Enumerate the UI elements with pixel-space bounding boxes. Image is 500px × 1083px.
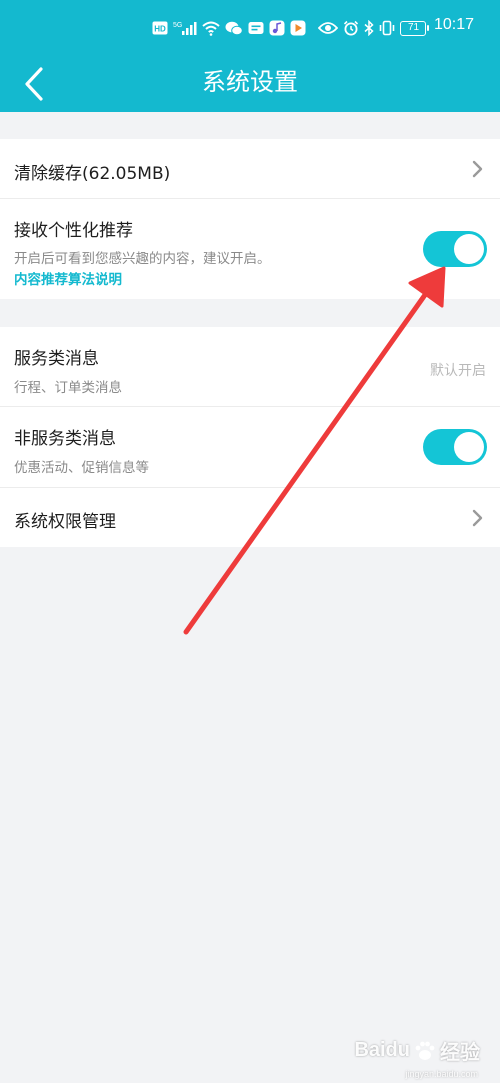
service-messages-status: 默认开启 xyxy=(430,363,486,379)
personalized-description: 开启后可看到您感兴趣的内容，建议开启。 xyxy=(14,251,271,267)
status-bar: HD 5G 71 10:17 xyxy=(0,0,500,56)
baidu-watermark: Baidu 经验 xyxy=(354,1036,480,1065)
settings-screen: HD 5G 71 10:17 系统设置 清除缓存(62.05MB) 接收个性化推… xyxy=(0,0,500,1083)
network-label: 5G xyxy=(173,22,182,29)
system-permissions-row[interactable]: 系统权限管理 xyxy=(0,488,500,547)
non-service-messages-description: 优惠活动、促销信息等 xyxy=(14,460,149,476)
eye-icon xyxy=(318,22,338,34)
vibrate-icon xyxy=(379,20,395,36)
battery-icon: 71 xyxy=(400,20,429,36)
svg-text:HD: HD xyxy=(154,25,166,34)
page-title: 系统设置 xyxy=(202,68,298,96)
chevron-left-icon xyxy=(25,67,43,101)
battery-level: 71 xyxy=(407,21,420,33)
settings-group-general: 清除缓存(62.05MB) 接收个性化推荐 开启后可看到您感兴趣的内容，建议开启… xyxy=(0,139,500,299)
status-icons: HD 5G xyxy=(152,18,306,38)
wifi-icon xyxy=(202,21,220,36)
personalized-recommendation-row: 接收个性化推荐 开启后可看到您感兴趣的内容，建议开启。 内容推荐算法说明 xyxy=(0,199,500,299)
paw-icon xyxy=(415,1041,435,1060)
service-messages-description: 行程、订单类消息 xyxy=(14,380,122,396)
watermark-url: jingyan.baidu.com xyxy=(405,1069,478,1079)
signal-5g-icon: 5G xyxy=(173,22,197,35)
message-icon xyxy=(248,22,264,34)
service-messages-row[interactable]: 服务类消息 行程、订单类消息 默认开启 xyxy=(0,327,500,407)
non-service-messages-label: 非服务类消息 xyxy=(14,429,116,449)
toggle-knob xyxy=(454,432,484,462)
title-bar: 系统设置 xyxy=(0,56,500,112)
alarm-icon xyxy=(343,20,359,36)
clear-cache-label: 清除缓存(62.05MB) xyxy=(14,164,171,184)
video-icon xyxy=(290,20,306,36)
watermark-cn: 经验 xyxy=(440,1042,480,1064)
back-button[interactable] xyxy=(14,62,54,106)
clear-cache-row[interactable]: 清除缓存(62.05MB) xyxy=(0,139,500,199)
service-messages-label: 服务类消息 xyxy=(14,349,99,369)
system-permissions-label: 系统权限管理 xyxy=(14,512,116,532)
hd-icon: HD xyxy=(152,21,168,35)
status-icons-right: 71 xyxy=(318,18,429,38)
personalized-label: 接收个性化推荐 xyxy=(14,221,133,241)
non-service-messages-toggle[interactable] xyxy=(423,429,487,465)
wechat-icon xyxy=(225,21,243,35)
toggle-knob xyxy=(454,234,484,264)
watermark-brand: Baidu xyxy=(354,1039,410,1061)
status-time: 10:17 xyxy=(433,16,474,33)
non-service-messages-row: 非服务类消息 优惠活动、促销信息等 xyxy=(0,407,500,488)
chevron-right-icon xyxy=(472,509,483,527)
bluetooth-icon xyxy=(364,20,374,36)
settings-group-messages: 服务类消息 行程、订单类消息 默认开启 非服务类消息 优惠活动、促销信息等 系统… xyxy=(0,327,500,547)
algorithm-explanation-link[interactable]: 内容推荐算法说明 xyxy=(14,268,122,288)
personalized-toggle[interactable] xyxy=(423,231,487,267)
app-header: HD 5G 71 10:17 系统设置 xyxy=(0,0,500,112)
chevron-right-icon xyxy=(472,160,483,178)
music-icon xyxy=(269,20,285,36)
